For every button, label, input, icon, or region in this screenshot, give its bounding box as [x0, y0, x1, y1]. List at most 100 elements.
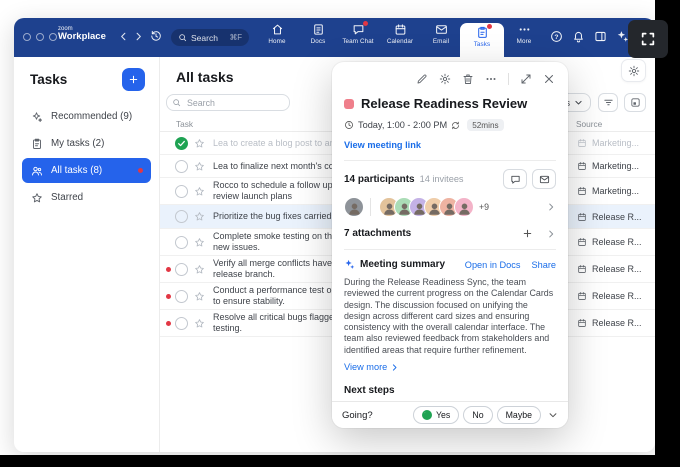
task-source: Marketing...: [567, 178, 655, 204]
task-checkbox[interactable]: [175, 290, 188, 303]
rsvp-yes-button[interactable]: Yes: [413, 406, 459, 424]
meeting-time: Today, 1:00 - 2:00 PM: [358, 120, 447, 130]
expand-button[interactable]: [520, 73, 532, 85]
screen-edge-bottom: [0, 455, 680, 467]
tab-more[interactable]: More: [502, 23, 546, 45]
tab-home[interactable]: Home: [255, 23, 299, 45]
unread-dot: [166, 214, 171, 219]
titlebar: zoom Workplace Search ⌘F Home Docs Team …: [14, 18, 655, 57]
invitees-count: 14 invitees: [420, 174, 464, 184]
view-meeting-link[interactable]: View meeting link: [332, 131, 568, 150]
clock-icon: [344, 120, 354, 130]
task-checkbox[interactable]: [175, 236, 188, 249]
task-source: Release R...: [567, 229, 655, 255]
starred-icon: [31, 192, 43, 204]
participant-avatars[interactable]: [379, 197, 474, 217]
back-button[interactable]: [118, 31, 129, 42]
minimize-window-control[interactable]: [36, 33, 44, 41]
tab-email[interactable]: Email: [419, 23, 463, 45]
unread-badge: [487, 24, 492, 29]
edit-button[interactable]: [416, 73, 428, 85]
sidebar-item-my-tasks[interactable]: My tasks (2): [22, 131, 151, 156]
close-button[interactable]: [543, 73, 555, 85]
star-icon[interactable]: [194, 264, 205, 275]
tasks-sidebar: Tasks Recommended (9) My tasks (2) All t…: [14, 57, 160, 452]
unread-dot: [166, 267, 171, 272]
tasks-icon: [475, 26, 489, 39]
star-icon[interactable]: [194, 186, 205, 197]
fullscreen-button[interactable]: [628, 20, 668, 58]
sidebar-item-all-tasks[interactable]: All tasks (8): [22, 158, 151, 183]
chat-participants-button[interactable]: [503, 169, 527, 189]
search-placeholder: Search: [191, 33, 218, 43]
person-icon: [347, 201, 362, 216]
chevron-right-icon: [390, 363, 399, 372]
settings-button[interactable]: [621, 59, 646, 82]
add-task-button[interactable]: [122, 68, 145, 91]
star-icon[interactable]: [194, 211, 205, 222]
tab-tasks[interactable]: Tasks: [460, 23, 504, 57]
email-participants-button[interactable]: [532, 169, 556, 189]
panel-button[interactable]: [594, 30, 607, 43]
close-window-control[interactable]: [23, 33, 31, 41]
more-options-button[interactable]: [485, 73, 497, 85]
participants-expand-chevron[interactable]: [546, 202, 556, 212]
open-in-docs-link[interactable]: Open in Docs: [465, 260, 521, 270]
star-icon[interactable]: [194, 237, 205, 248]
global-search[interactable]: Search ⌘F: [171, 29, 249, 46]
all-tasks-icon: [31, 165, 43, 177]
zoom-window-control[interactable]: [49, 33, 57, 41]
delete-button[interactable]: [462, 73, 474, 85]
settings-button[interactable]: [439, 73, 451, 85]
team-chat-icon: [351, 23, 365, 36]
star-icon[interactable]: [194, 161, 205, 172]
rsvp-maybe-button[interactable]: Maybe: [497, 406, 541, 424]
tab-docs[interactable]: Docs: [296, 23, 340, 45]
calendar-icon: [577, 318, 587, 328]
unread-dot: [166, 189, 171, 194]
unread-badge: [138, 168, 143, 173]
add-attachment-button[interactable]: [522, 228, 533, 239]
next-steps-title: Next steps: [344, 385, 556, 396]
rsvp-question: Going?: [342, 410, 373, 421]
filter-button[interactable]: [598, 93, 618, 112]
tab-team-chat[interactable]: Team Chat: [336, 23, 380, 45]
task-checkbox[interactable]: [175, 317, 188, 330]
unread-dot: [166, 321, 171, 326]
tab-calendar[interactable]: Calendar: [378, 23, 422, 45]
my-tasks-icon: [31, 138, 43, 150]
task-source: Release R...: [567, 205, 655, 228]
sidebar-item-starred[interactable]: Starred: [22, 185, 151, 210]
meeting-title: Release Readiness Review: [361, 96, 527, 111]
calendar-icon: [577, 161, 587, 171]
task-search-input[interactable]: [166, 94, 290, 111]
task-checkbox[interactable]: [175, 185, 188, 198]
rsvp-more-chevron[interactable]: [548, 410, 558, 420]
sidebar-title: Tasks: [30, 72, 67, 87]
star-icon[interactable]: [194, 318, 205, 329]
rsvp-footer: Going? Yes No Maybe: [332, 401, 568, 428]
rsvp-no-button[interactable]: No: [463, 406, 492, 424]
help-button[interactable]: [550, 30, 563, 43]
task-source: Release R...: [567, 256, 655, 282]
task-checkbox[interactable]: [175, 263, 188, 276]
sidebar-item-recommended[interactable]: Recommended (9): [22, 104, 151, 129]
duration-badge: 52mins: [467, 119, 503, 131]
task-checkbox[interactable]: [175, 137, 188, 150]
host-avatar[interactable]: [344, 197, 364, 217]
board-view-button[interactable]: [624, 93, 646, 112]
forward-button[interactable]: [133, 31, 144, 42]
star-icon[interactable]: [194, 138, 205, 149]
window-controls[interactable]: [23, 33, 57, 41]
avatar[interactable]: [454, 197, 474, 217]
history-button[interactable]: [150, 30, 162, 42]
divider: [370, 198, 371, 216]
task-checkbox[interactable]: [175, 210, 188, 223]
view-more-link[interactable]: View more: [332, 356, 568, 372]
notifications-button[interactable]: [572, 30, 585, 43]
task-checkbox[interactable]: [175, 160, 188, 173]
attachments-expand-chevron[interactable]: [546, 229, 556, 239]
share-link[interactable]: Share: [531, 260, 556, 270]
star-icon[interactable]: [194, 291, 205, 302]
ai-sparkle-icon: [344, 259, 355, 270]
